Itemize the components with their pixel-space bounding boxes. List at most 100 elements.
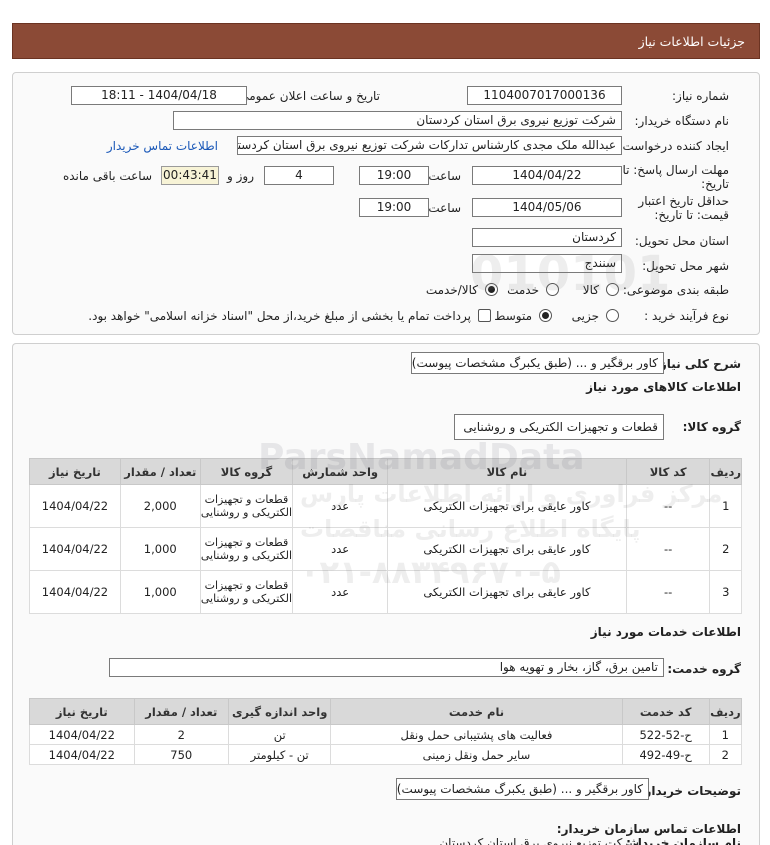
goods-cell-code: -- (625, 484, 711, 528)
validity-time-label: ساعت (428, 201, 461, 215)
goods-cell-row-num: 2 (709, 527, 742, 571)
buyer-notes-field[interactable]: کاور برقگیر و ... (طبق یکبرگ مشخصات پیوس… (396, 778, 649, 800)
buyer-contact-link[interactable]: اطلاعات تماس خریدار (107, 139, 218, 153)
service-group-label: گروه خدمت: (667, 662, 741, 676)
process-radio-medium[interactable] (539, 309, 552, 322)
deadline-date-field[interactable]: 1404/04/22 (472, 166, 622, 185)
treasury-checkbox[interactable] (478, 309, 491, 322)
services-cell-unit: تن - کیلومتر (227, 744, 332, 765)
page-header: جزئیات اطلاعات نیاز (12, 23, 760, 59)
deadline-label-2: تاریخ: (701, 177, 729, 191)
announce-field[interactable]: 1404/04/18 - 18:11 (71, 86, 247, 105)
goods-header-name: نام کالا (387, 458, 627, 485)
services-cell-quantity: 2 (133, 724, 229, 745)
deadline-label: مهلت ارسال پاسخ: تا (622, 163, 729, 177)
goods-cell-code: -- (625, 570, 711, 614)
services-header-quantity: تعداد / مقدار (133, 698, 229, 725)
services-cell-quantity: 750 (133, 744, 229, 765)
services-section-title: اطلاعات خدمات مورد نیاز (590, 625, 741, 639)
goods-cell-name: کاور عایقی برای تجهیزات الکتریکی (387, 484, 627, 528)
services-cell-date: 1404/04/22 (29, 744, 135, 765)
services-cell-code: ح-52-522 (621, 724, 710, 745)
goods-group-field[interactable]: قطعات و تجهیزات الکتریکی و روشنایی (454, 414, 664, 440)
goods-cell-row-num: 3 (709, 570, 742, 614)
buyer-name-value: شرکت توزیع نیروی برق استان کردستان (439, 836, 639, 845)
goods-cell-quantity: 2,000 (119, 484, 201, 528)
services-cell-date: 1404/04/22 (29, 724, 135, 745)
buyer-contact-title: اطلاعات تماس سازمان خریدار: (556, 822, 741, 836)
general-info-panel: شماره نیاز: 1104007017000136 تاریخ و ساع… (12, 72, 760, 335)
goods-cell-quantity: 1,000 (119, 527, 201, 571)
goods-cell-group: قطعات و تجهیزات الکتریکی و روشنایی (199, 527, 294, 571)
province-field[interactable]: کردستان (472, 228, 622, 247)
buyer-notes-label: توضیحات خریدار: (639, 784, 741, 798)
goods-cell-unit: عدد (292, 527, 389, 571)
goods-header-date: تاریخ نیاز (29, 458, 121, 485)
goods-cell-date: 1404/04/22 (29, 570, 121, 614)
validity-label: حداقل تاریخ اعتبار (638, 194, 729, 208)
buyer-org-label: نام دستگاه خریدار: (634, 114, 730, 128)
goods-cell-quantity: 1,000 (119, 570, 201, 614)
need-details-panel: شرح کلی نیاز: کاور برقگیر و ... (طبق یکب… (12, 343, 760, 845)
need-details-page: جزئیات اطلاعات نیاز شماره نیاز: 11040070… (0, 0, 770, 845)
category-radio-service[interactable] (546, 283, 559, 296)
goods-cell-date: 1404/04/22 (29, 527, 121, 571)
validity-time-field[interactable]: 19:00 (359, 198, 429, 217)
goods-cell-group: قطعات و تجهیزات الکتریکی و روشنایی (199, 570, 294, 614)
summary-field[interactable]: کاور برقگیر و ... (طبق یکبرگ مشخصات پیوس… (411, 352, 664, 374)
goods-cell-date: 1404/04/22 (29, 484, 121, 528)
goods-header-unit: واحد شمارش (292, 458, 389, 485)
need-number-label: شماره نیاز: (672, 89, 729, 103)
days-field[interactable]: 4 (264, 166, 334, 185)
services-cell-name: سایر حمل ونقل زمینی (330, 744, 623, 765)
category-label: طبقه بندی موضوعی: (622, 283, 729, 297)
goods-header-quantity: تعداد / مقدار (119, 458, 201, 485)
process-option-medium: متوسط (494, 309, 532, 323)
services-header-code: کد خدمت (621, 698, 710, 725)
services-header-date: تاریخ نیاز (29, 698, 135, 725)
days-label: روز و (227, 169, 254, 183)
services-table: ردیف کد خدمت نام خدمت واحد اندازه گیری ت… (29, 698, 743, 765)
goods-header-code: کد کالا (625, 458, 711, 485)
need-number-field[interactable]: 1104007017000136 (467, 86, 622, 105)
deadline-time-field[interactable]: 19:00 (359, 166, 429, 185)
goods-cell-unit: عدد (292, 570, 389, 614)
buyer-org-field[interactable]: شرکت توزیع نیروی برق استان کردستان (173, 111, 622, 130)
goods-table: ردیف کد کالا نام کالا واحد شمارش گروه کا… (29, 458, 742, 614)
goods-header-group: گروه کالا (199, 458, 294, 485)
city-field[interactable]: سنندج (472, 254, 622, 273)
province-label: استان محل تحویل: (634, 234, 729, 248)
process-label: نوع فرآیند خرید : (644, 309, 729, 323)
goods-cell-unit: عدد (292, 484, 389, 528)
remaining-timer: 00:43:41 (161, 166, 219, 185)
page-title: جزئیات اطلاعات نیاز (638, 34, 745, 49)
treasury-note: پرداخت تمام یا بخشی از مبلغ خرید،از محل … (88, 309, 471, 323)
services-table-row: 1 ح-52-522 فعالیت های پشتیبانی حمل ونقل … (29, 724, 743, 745)
services-cell-unit: تن (227, 724, 332, 745)
category-radio-goods-service[interactable] (485, 283, 498, 296)
validity-date-field[interactable]: 1404/05/06 (472, 198, 622, 217)
category-option-service: خدمت (507, 283, 539, 297)
goods-section-title: اطلاعات کالاهای مورد نیاز (586, 380, 741, 394)
goods-cell-code: -- (625, 527, 711, 571)
remaining-label: ساعت باقی مانده (62, 169, 152, 183)
goods-cell-name: کاور عایقی برای تجهیزات الکتریکی (387, 527, 627, 571)
summary-label: شرح کلی نیاز: (655, 357, 741, 371)
service-group-field[interactable]: تامین برق، گاز، بخار و تهویه هوا (109, 658, 664, 677)
services-cell-code: ح-49-492 (621, 744, 710, 765)
category-radio-goods[interactable] (606, 283, 619, 296)
deadline-time-label: ساعت (428, 169, 461, 183)
services-table-header: ردیف کد خدمت نام خدمت واحد اندازه گیری ت… (29, 698, 743, 725)
goods-header-row-num: ردیف (709, 458, 742, 485)
creator-field[interactable]: عبدالله ملک مجدی کارشناس تدارکات شرکت تو… (237, 136, 622, 155)
creator-label: ایجاد کننده درخواست: (618, 139, 729, 153)
goods-table-row: 2 -- کاور عایقی برای تجهیزات الکتریکی عد… (29, 527, 742, 571)
goods-cell-group: قطعات و تجهیزات الکتریکی و روشنایی (199, 484, 294, 528)
services-cell-name: فعالیت های پشتیبانی حمل ونقل (330, 724, 623, 745)
goods-cell-name: کاور عایقی برای تجهیزات الکتریکی (387, 570, 627, 614)
goods-table-row: 1 -- کاور عایقی برای تجهیزات الکتریکی عد… (29, 484, 742, 528)
services-cell-row-num: 2 (708, 744, 743, 765)
process-radio-minor[interactable] (606, 309, 619, 322)
services-header-unit: واحد اندازه گیری (227, 698, 332, 725)
services-header-name: نام خدمت (330, 698, 623, 725)
